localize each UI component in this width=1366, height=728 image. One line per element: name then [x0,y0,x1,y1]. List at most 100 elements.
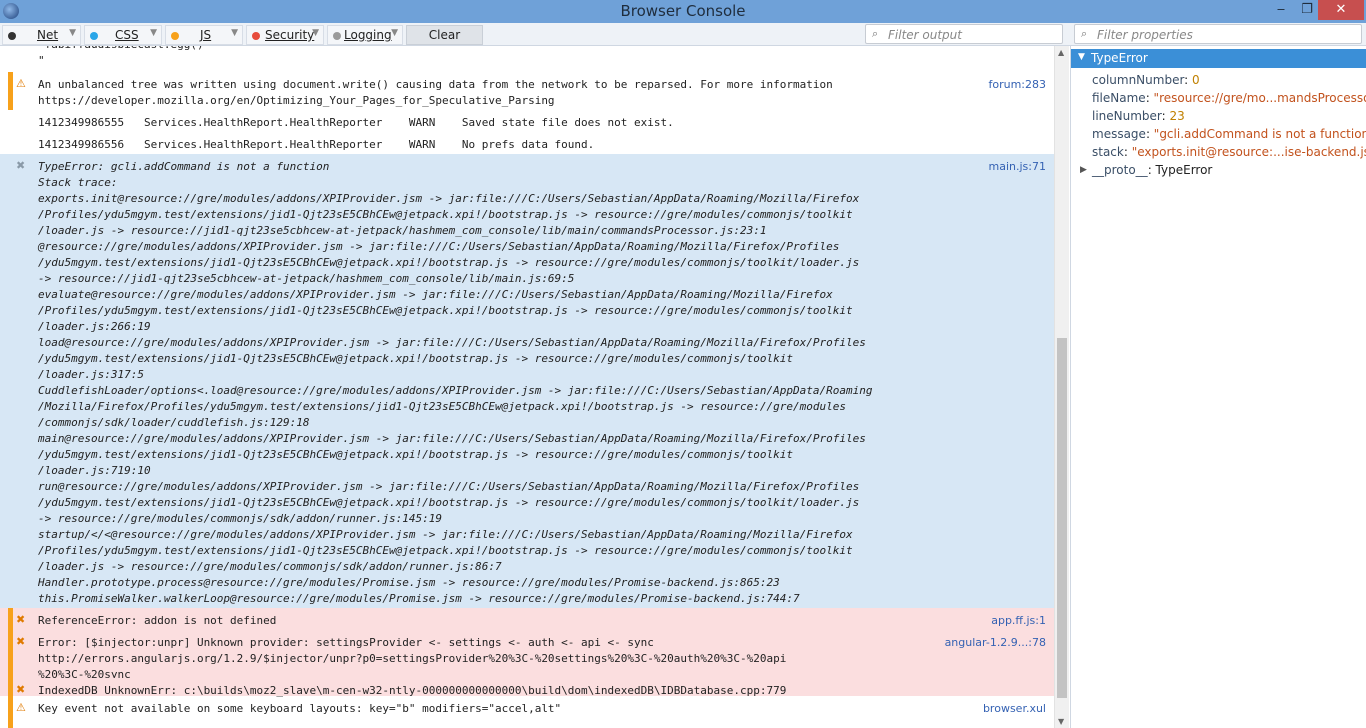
filter-css-button[interactable]: CSS ▼ [84,25,162,45]
maximize-button[interactable]: ❐ [1294,0,1320,20]
message-location-link[interactable]: main.js:71 [989,159,1046,175]
error-icon: ✖ [16,159,26,172]
message-text: TypeError: gcli.addCommand is not a func… [38,159,872,607]
console-message-warn[interactable]: ⚠ An unbalanced tree was written using do… [0,72,1054,110]
property-value: "exports.init@resource:...ise-backend.js… [1131,145,1366,159]
close-button[interactable]: ✕ [1318,0,1364,20]
property-proto[interactable]: __proto__: TypeError [1092,163,1212,177]
message-text: ReferenceError: addon is not defined [38,613,276,629]
search-icon: ⌕ [1081,27,1088,40]
message-line: evaluate@resource://gre/modules/addons/X… [38,288,833,301]
console-message-error[interactable]: ✖ IndexedDB UnknownErr: c:\builds\moz2_sl… [0,678,1054,697]
clear-button[interactable]: Clear [406,25,483,45]
message-line: /Profiles/ydu5mgym.test/extensions/jid1-… [38,208,853,221]
console-message-plain[interactable]: fabiffaudisbiecast:egg()" [0,46,1054,72]
filter-properties-placeholder: Filter properties [1097,28,1193,42]
dropdown-arrow-icon[interactable]: ▼ [150,28,157,38]
filter-label: CSS [115,28,139,42]
message-line: startup/</<@resource://gre/modules/addon… [38,528,853,541]
message-line: An unbalanced tree was written using doc… [38,78,833,91]
category-dot-icon [171,32,179,40]
message-line: 1412349986555 Services.HealthReport.Heal… [38,116,674,129]
console-output[interactable]: fabiffaudisbiecast:egg()" ⚠ An unbalanced … [0,46,1054,728]
property-stack[interactable]: stack: "exports.init@resource:...ise-bac… [1092,145,1366,159]
message-location-link[interactable]: angular-1.2.9...:78 [945,635,1046,651]
console-message-error[interactable]: ✖ Error: [$injector:unpr] Unknown provide… [0,630,1054,681]
severity-bar [8,696,13,728]
filter-js-button[interactable]: JS ▼ [165,25,243,45]
message-text: fabiffaudisbiecast:egg()" [38,46,204,69]
filter-output-input[interactable]: ⌕ Filter output [865,24,1063,44]
message-line: Handler.prototype.process@resource://gre… [38,576,780,589]
severity-bar [8,678,13,696]
message-line: Key event not available on some keyboard… [38,702,562,715]
filter-properties-input[interactable]: ⌕ Filter properties [1074,24,1362,44]
message-line: -> resource://gre/modules/commonjs/sdk/a… [38,512,442,525]
console-message-warn[interactable]: ⚠ Key event not available on some keyboar… [0,696,1054,728]
property-separator: : [1123,145,1132,159]
property-key: message [1092,127,1146,141]
console-message-plain[interactable]: 1412349986556 Services.HealthReport.Heal… [0,132,1054,154]
message-line: /Profiles/ydu5mgym.test/extensions/jid1-… [38,544,853,557]
dropdown-arrow-icon[interactable]: ▼ [391,28,398,38]
message-line: Error: [$injector:unpr] Unknown provider… [38,636,654,649]
message-line: /ydu5mgym.test/extensions/jid1-Qjt23sE5C… [38,256,860,269]
dropdown-arrow-icon[interactable]: ▼ [312,28,319,38]
property-columnnumber[interactable]: columnNumber: 0 [1092,73,1200,87]
expanded-triangle-icon[interactable]: ▼ [1078,52,1085,62]
window-title-bar: Browser Console ‒ ❐ ✕ [0,0,1366,23]
message-line: /commonjs/sdk/loader/cuddlefish.js:129:1… [38,416,310,429]
filter-label: Net [37,28,59,42]
message-location-link[interactable]: app.ff.js:1 [991,613,1046,629]
message-line: 1412349986556 Services.HealthReport.Heal… [38,138,595,151]
property-value: 23 [1169,109,1185,123]
message-line: this.PromiseWalker.walkerLoop@resource:/… [38,592,800,605]
property-value: 0 [1192,73,1200,87]
search-icon: ⌕ [872,27,879,40]
filter-net-button[interactable]: Net ▼ [2,25,81,45]
property-separator: : [1161,109,1170,123]
variables-view-title: TypeError [1091,51,1148,65]
property-separator: : [1184,73,1193,87]
output-scrollbar[interactable]: ▲ ▼ [1054,46,1069,728]
scroll-up-arrow-icon[interactable]: ▲ [1058,48,1064,57]
category-dot-icon [90,32,98,40]
scroll-down-arrow-icon[interactable]: ▼ [1058,717,1064,726]
message-line: /ydu5mgym.test/extensions/jid1-Qjt23sE5C… [38,448,793,461]
dropdown-arrow-icon[interactable]: ▼ [69,28,76,38]
message-line: -> resource://jid1-qjt23se5cbhcew-at-jet… [38,272,575,285]
message-line: run@resource://gre/modules/addons/XPIPro… [38,480,860,493]
message-line: @resource://gre/modules/addons/XPIProvid… [38,240,840,253]
error-icon: ✖ [16,635,26,648]
minimize-button[interactable]: ‒ [1268,0,1294,20]
property-separator: : [1145,127,1154,141]
property-message[interactable]: message: "gcli.addCommand is not a funct… [1092,127,1366,141]
severity-bar [8,608,13,630]
warning-icon: ⚠ [16,77,26,90]
property-linenumber[interactable]: lineNumber: 23 [1092,109,1185,123]
category-dot-icon [333,32,341,40]
console-message-plain[interactable]: 1412349986555 Services.HealthReport.Heal… [0,110,1054,132]
property-key: columnNumber [1092,73,1185,87]
message-line: /loader.js:266:19 [38,320,151,333]
message-location-link[interactable]: browser.xul [983,701,1046,717]
message-line: load@resource://gre/modules/addons/XPIPr… [38,336,866,349]
variables-view-header[interactable]: ▼ TypeError [1071,49,1366,68]
scrollbar-thumb[interactable] [1057,338,1067,698]
console-message-error[interactable]: ✖ ReferenceError: addon is not defined app… [0,608,1054,630]
dropdown-arrow-icon[interactable]: ▼ [231,28,238,38]
collapsed-triangle-icon[interactable]: ▶ [1080,165,1087,175]
window-title: Browser Console [620,2,746,20]
message-location-link[interactable]: forum:283 [988,77,1046,93]
message-line: /ydu5mgym.test/extensions/jid1-Qjt23sE5C… [38,352,793,365]
filter-logging-button[interactable]: Logging ▼ [327,25,403,45]
filter-label: Logging [344,28,392,42]
console-message-exc[interactable]: ✖ TypeError: gcli.addCommand is not a fun… [0,154,1054,608]
property-key: stack [1092,145,1124,159]
warning-icon: ⚠ [16,701,26,714]
severity-bar [8,154,13,608]
filter-security-button[interactable]: Security ▼ [246,25,324,45]
property-value: "gcli.addCommand is not a function" [1153,127,1366,141]
property-filename[interactable]: fileName: "resource://gre/mo...mandsProc… [1092,91,1366,105]
message-text: 1412349986556 Services.HealthReport.Heal… [38,137,594,153]
